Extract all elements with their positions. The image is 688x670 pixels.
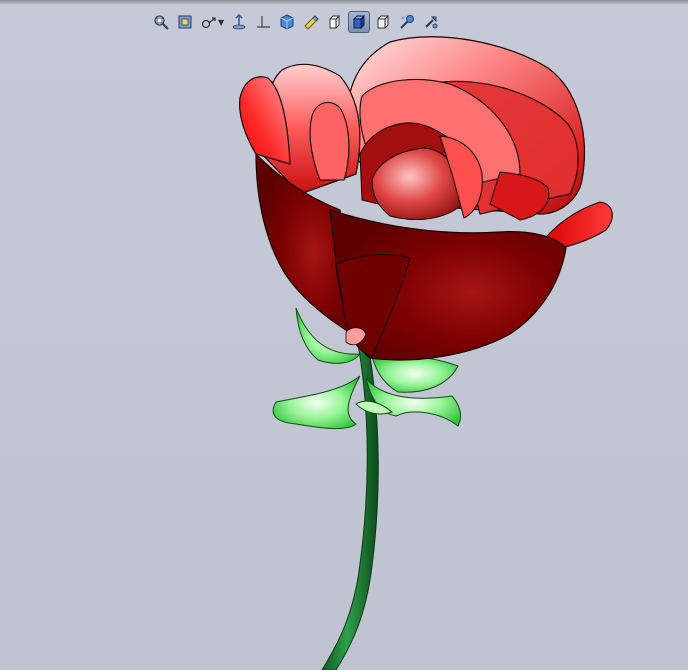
hide-show-items-icon[interactable] — [300, 11, 322, 33]
leaf-lower-left — [272, 375, 361, 430]
previous-view-icon[interactable] — [198, 11, 220, 33]
sepal-right — [371, 354, 459, 393]
zoom-to-area-icon[interactable] — [174, 11, 196, 33]
shaded-with-edges-icon[interactable] — [348, 11, 371, 33]
zoom-to-fit-icon[interactable] — [150, 11, 172, 33]
display-style-icon[interactable] — [276, 11, 298, 33]
graphics-viewport[interactable]: ▼ — [0, 4, 688, 670]
petal-inner-curl-1 — [309, 101, 350, 181]
apply-scene-icon[interactable] — [396, 11, 418, 33]
heads-up-view-toolbar: ▼ — [150, 11, 442, 33]
wireframe-icon[interactable] — [372, 11, 394, 33]
chevron-down-icon[interactable]: ▼ — [218, 18, 224, 27]
edit-appearance-icon[interactable] — [324, 11, 346, 33]
section-view-icon[interactable] — [228, 11, 250, 33]
rose-model[interactable] — [0, 4, 688, 670]
view-orientation-icon[interactable] — [252, 11, 274, 33]
view-settings-icon[interactable] — [420, 11, 442, 33]
